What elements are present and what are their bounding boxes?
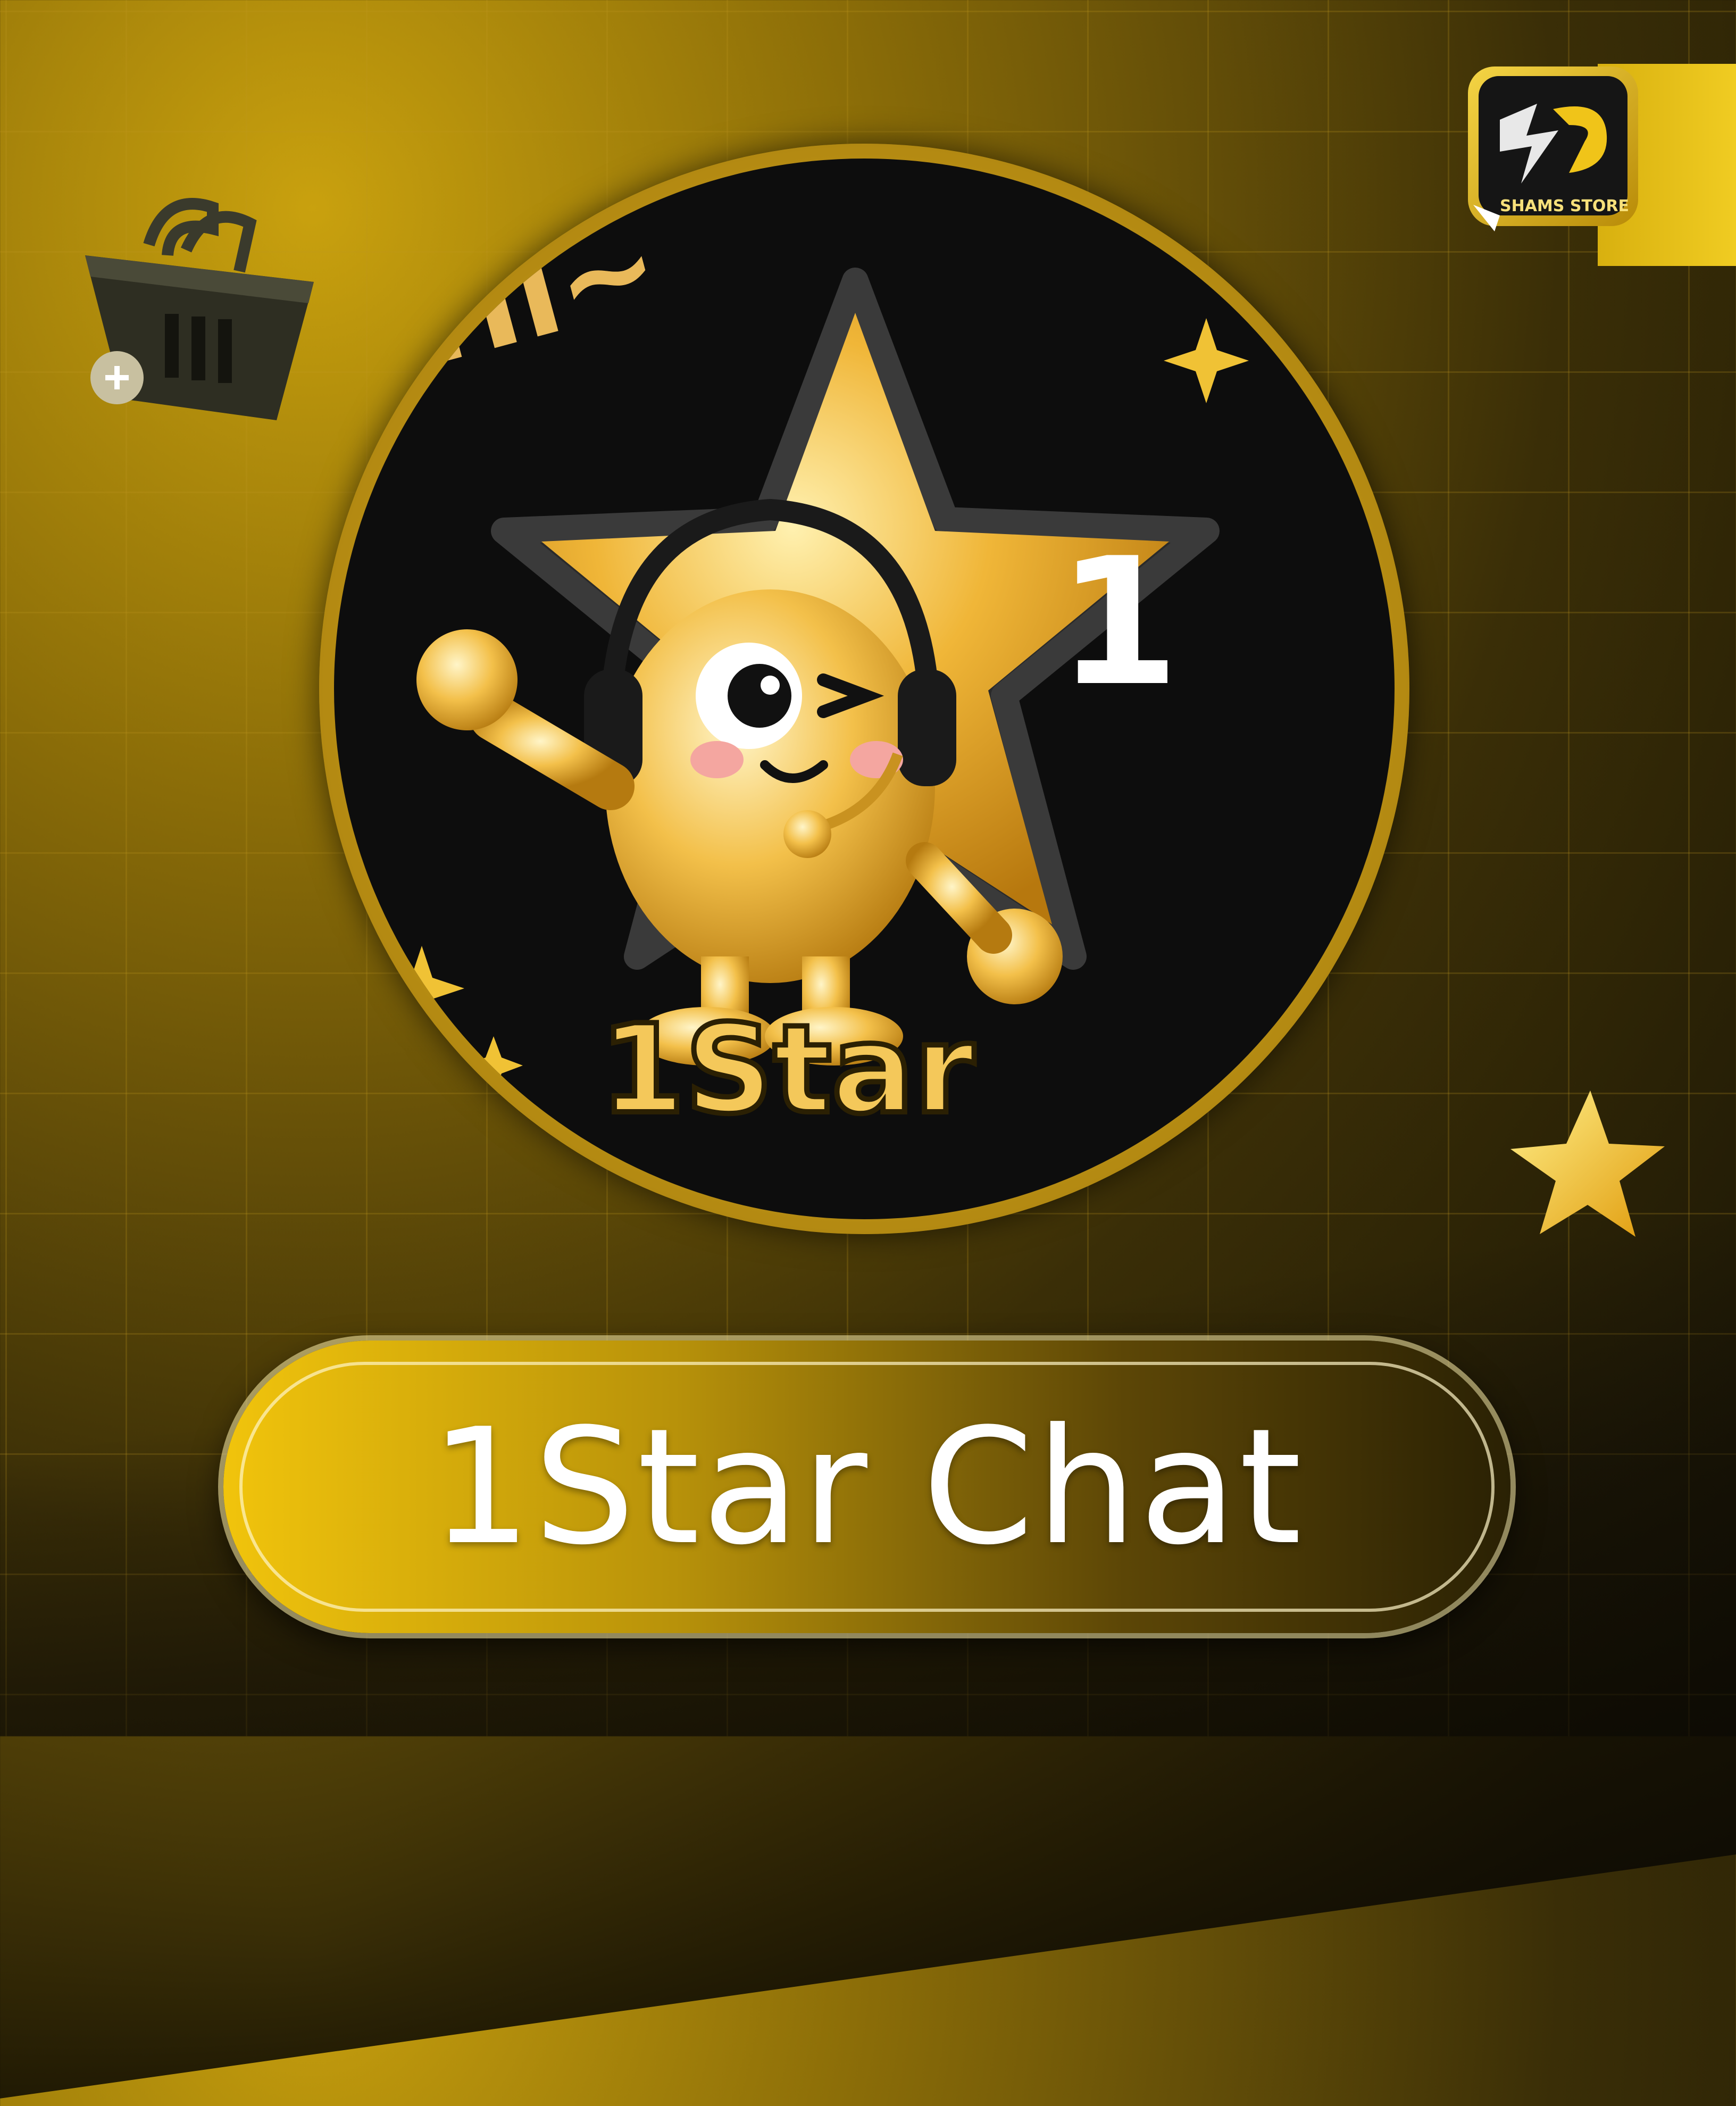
logo-text: SHAMS STORE <box>1500 197 1630 215</box>
product-title: 1Star Chat <box>430 1394 1304 1580</box>
shams-store-logo: SHAMS STORE <box>1463 61 1649 263</box>
sparkle-icon <box>1164 318 1249 403</box>
shopping-basket-icon <box>80 197 324 420</box>
gold-star-icon <box>1500 1080 1670 1250</box>
badge-label: 1Star <box>597 996 977 1144</box>
sparkle-icon <box>379 946 464 1031</box>
badge-circle: Hi~ 1 1Star <box>334 159 1395 1219</box>
star-number: 1 <box>1057 520 1180 725</box>
sparkle-icon <box>464 1036 523 1095</box>
